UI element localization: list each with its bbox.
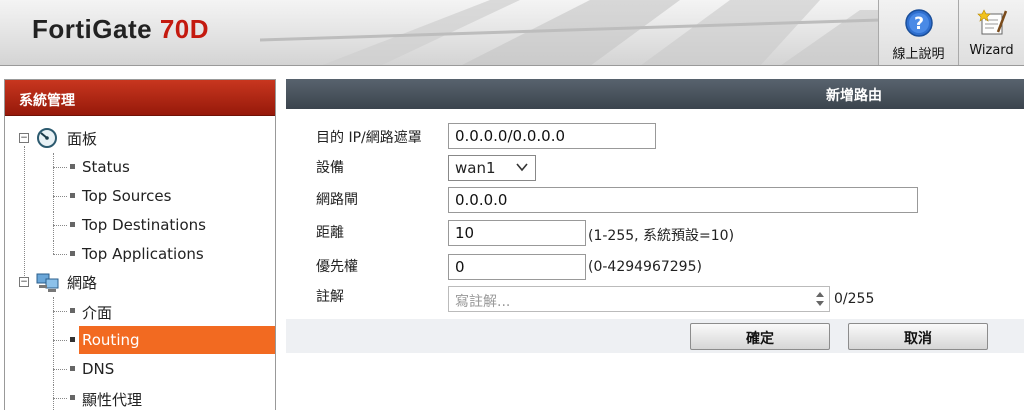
gateway-input[interactable]: 0.0.0.0 [448,187,918,213]
sidebar-item-explicit-proxy[interactable]: 顯性代理 [5,384,275,410]
panel-title: 新增路由 [286,79,1024,109]
sidebar-item-top-sources[interactable]: Top Sources [5,182,275,210]
header-background-graphic [260,0,880,65]
ok-button[interactable]: 確定 [690,323,830,350]
chevron-down-icon [516,163,528,172]
comment-textarea[interactable]: 寫註解... [448,286,830,312]
sidebar-item-top-applications[interactable]: Top Applications [5,240,275,268]
device-label: 設備 [316,160,344,176]
navigation-sidebar: 系統管理 − 面板 Status Top Sources Top Destina… [4,79,276,410]
sidebar-title: 系統管理 [5,80,275,116]
gateway-label: 網路閘 [316,192,358,208]
destination-label: 目的 IP/網路遮罩 [316,130,422,146]
brand-name: FortiGate [32,14,153,44]
collapse-icon[interactable]: − [19,277,29,287]
sidebar-item-top-destinations[interactable]: Top Destinations [5,211,275,239]
wizard-icon [976,9,1007,35]
scroll-arrows-icon[interactable] [813,289,827,309]
comment-char-counter: 0/255 [834,291,875,307]
distance-label: 距離 [316,225,344,241]
distance-range-hint: (1-255, 系統預設=10) [588,228,735,244]
distance-input[interactable]: 10 [448,220,586,246]
sidebar-item-interfaces[interactable]: 介面 [5,297,275,325]
destination-input[interactable]: 0.0.0.0/0.0.0.0 [448,123,656,149]
sidebar-item-status[interactable]: Status [5,153,275,181]
top-header: FortiGate 70D ? 線上說明 Wizard [0,0,1024,66]
sidebar-item-label: Top Destinations [82,216,206,234]
dashboard-gauge-icon [37,128,57,148]
new-route-panel: 新增路由 目的 IP/網路遮罩 0.0.0.0/0.0.0.0 設備 wan1 … [286,79,1024,410]
help-icon: ? [904,9,933,37]
network-computers-icon [36,273,59,292]
sidebar-item-routing[interactable]: Routing [5,326,275,354]
sidebar-item-label: 介面 [82,304,113,322]
priority-input[interactable]: 0 [448,254,586,280]
svg-text:?: ? [914,14,924,34]
comment-placeholder: 寫註解... [455,294,511,310]
online-help-label: 線上說明 [892,47,945,62]
sidebar-item-dns[interactable]: DNS [5,355,275,383]
tree-group-network[interactable]: − 網路 [5,268,275,296]
priority-label: 優先權 [316,259,358,275]
wizard-label: Wizard [969,43,1014,58]
tree-group-label: 面板 [67,129,98,148]
sidebar-item-label: Top Applications [82,245,204,263]
sidebar-item-label: Top Sources [82,187,172,205]
cancel-button[interactable]: 取消 [848,323,988,350]
device-selected-value: wan1 [455,159,496,177]
sidebar-item-label: Status [82,158,130,176]
sidebar-item-label: Routing [82,331,140,349]
collapse-icon[interactable]: − [19,133,29,143]
tree-group-label: 網路 [67,273,98,292]
comment-label: 註解 [316,289,344,305]
form-button-bar: 確定 取消 [286,319,1024,353]
device-select[interactable]: wan1 [448,155,536,181]
priority-range-hint: (0-4294967295) [588,259,702,275]
sidebar-item-label: DNS [82,360,115,378]
wizard-button[interactable]: Wizard [958,0,1024,65]
sidebar-item-label: 顯性代理 [82,391,143,409]
product-logo: FortiGate 70D [32,14,209,45]
online-help-button[interactable]: ? 線上說明 [878,0,958,65]
brand-model: 70D [159,14,210,44]
tree-group-dashboard[interactable]: − 面板 [5,124,275,152]
